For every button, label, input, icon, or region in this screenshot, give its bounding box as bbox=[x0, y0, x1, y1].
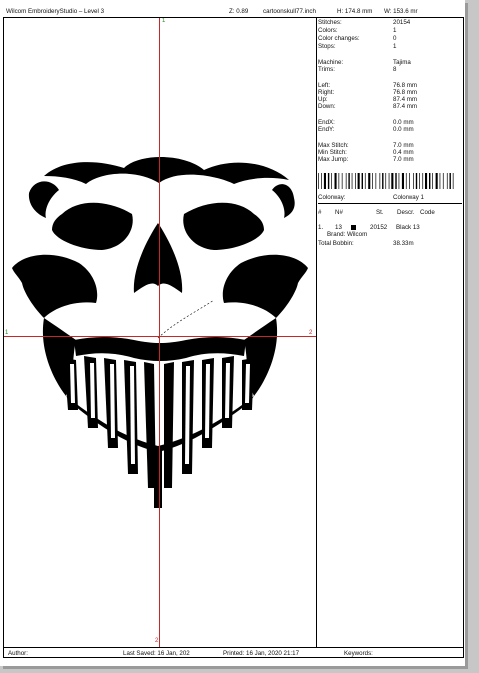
file-name: cartoonskull77.inch bbox=[263, 8, 316, 15]
stat-row: Machine: Tajima bbox=[318, 59, 411, 66]
design-info-panel: Stitches: 20154 Colors: 1 Color changes: 0 … bbox=[317, 18, 463, 647]
print-preview-sheet: Wilcom EmbroideryStudio – Level 3 Z: 0.8… bbox=[0, 0, 465, 666]
guide-marker-bottom: 2 bbox=[155, 638, 159, 644]
stat-row: Max Jump: 7.0 mm bbox=[318, 156, 414, 163]
design-width: W: 153.6 mr bbox=[384, 8, 418, 15]
last-saved: Last Saved: 16 Jan, 202 bbox=[123, 650, 190, 657]
stat-row: Min Stitch: 0.4 mm bbox=[318, 149, 414, 156]
stat-row: Stitches: 20154 bbox=[318, 19, 411, 26]
stat-row: Up: 87.4 mm bbox=[318, 96, 418, 103]
zoom-value: Z: 0.89 bbox=[229, 8, 249, 15]
design-height: H: 174.8 mm bbox=[337, 8, 373, 15]
guide-marker-right: 2 bbox=[309, 330, 313, 336]
report-footer: Author: Last Saved: 16 Jan, 202 Printed:… bbox=[3, 648, 464, 658]
stat-row: Left: 76.8 mm bbox=[318, 82, 418, 89]
report-header: Wilcom EmbroideryStudio – Level 3 Z: 0.8… bbox=[0, 8, 465, 17]
keywords-label: Keywords: bbox=[344, 650, 373, 657]
colorway-label: Colorway: bbox=[318, 194, 346, 201]
design-preview: 1 1 2 2 bbox=[4, 18, 317, 647]
color-swatch bbox=[351, 225, 356, 230]
guide-marker-top: 1 bbox=[162, 18, 166, 24]
app-title: Wilcom EmbroideryStudio – Level 3 bbox=[6, 8, 105, 15]
stat-row: EndY: 0.0 mm bbox=[318, 126, 414, 133]
horizontal-guide-line bbox=[4, 336, 316, 337]
stat-row: Stops: 1 bbox=[318, 43, 397, 50]
colorway-value: Colorway 1 bbox=[393, 194, 424, 201]
barcode-image bbox=[318, 173, 454, 189]
skull-embroidery-design bbox=[12, 156, 308, 508]
author-label: Author: bbox=[8, 650, 28, 657]
total-bobbin-row: Total Bobbin: 38.33m bbox=[318, 240, 414, 247]
stat-row: EndX: 0.0 mm bbox=[318, 119, 414, 126]
guide-marker-left: 1 bbox=[5, 330, 9, 336]
stat-row: Right: 76.8 mm bbox=[318, 89, 418, 96]
colorway-row: Colorway: Colorway 1 bbox=[318, 194, 462, 204]
color-table-header: # N# St. Descr. Code bbox=[318, 209, 435, 216]
color-table-row: 1. 13 20152 Black 13 Brand: Wilcom bbox=[318, 224, 420, 238]
stat-row: Color changes: 0 bbox=[318, 35, 397, 42]
vertical-guide-line bbox=[159, 18, 160, 647]
stat-row: Down: 87.4 mm bbox=[318, 103, 418, 110]
stat-row: Colors: 1 bbox=[318, 27, 397, 34]
printed-date: Printed: 16 Jan, 2020 21:17 bbox=[223, 650, 300, 657]
stat-row: Max Stitch: 7.0 mm bbox=[318, 142, 414, 149]
stat-row: Trims: 8 bbox=[318, 66, 397, 73]
